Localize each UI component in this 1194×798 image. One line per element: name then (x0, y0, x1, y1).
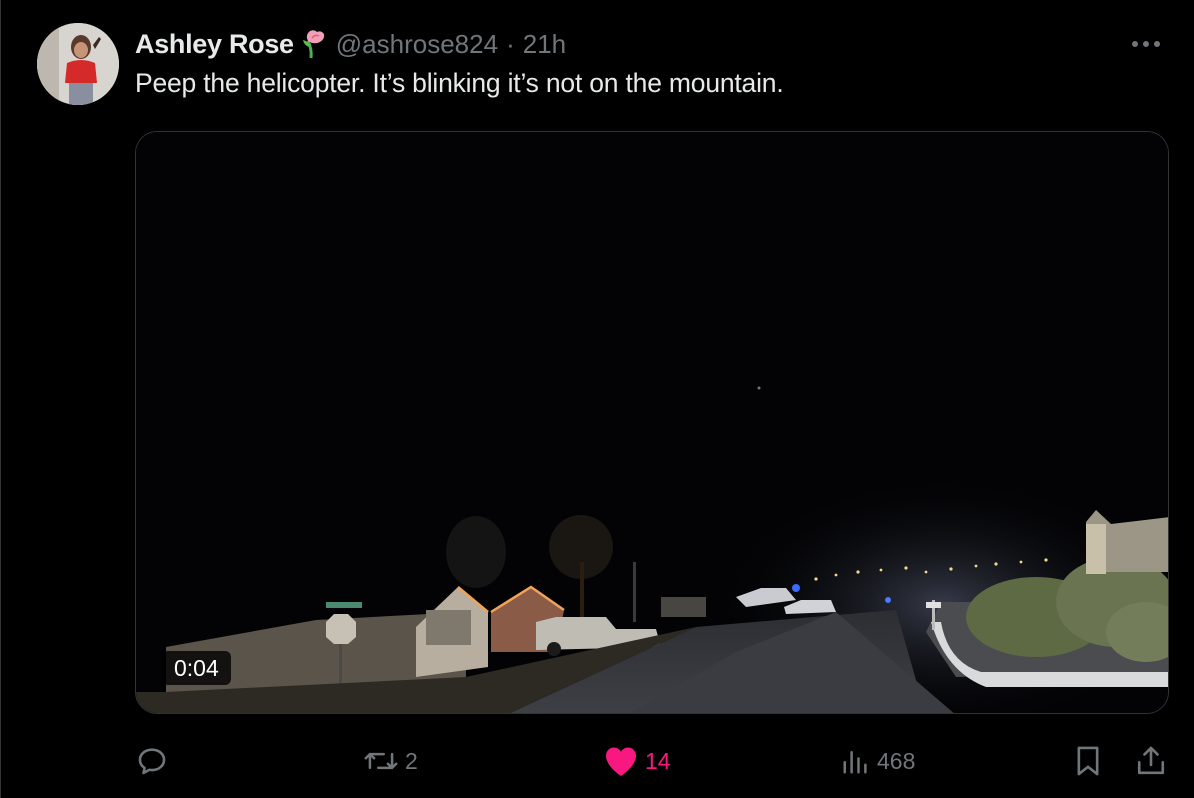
tweet-header: Ashley Rose @ashrose824 · 21h (135, 26, 566, 62)
avatar[interactable] (37, 23, 119, 105)
more-options-button[interactable] (1126, 26, 1166, 62)
share-button[interactable] (1135, 740, 1167, 782)
bookmark-button[interactable] (1073, 740, 1103, 782)
share-icon (1137, 746, 1165, 775)
like-count: 14 (645, 747, 671, 774)
repost-count: 2 (405, 747, 418, 774)
display-name[interactable]: Ashley Rose (135, 29, 294, 60)
timestamp[interactable]: 21h (523, 29, 566, 60)
video-player[interactable]: 0:04 (135, 131, 1169, 714)
views-icon (843, 751, 867, 774)
views-count: 468 (877, 747, 916, 774)
more-icon (1132, 41, 1160, 47)
rose-emoji-icon (302, 29, 326, 59)
heart-icon (606, 747, 636, 776)
tweet-text: Peep the helicopter. It’s blinking it’s … (135, 68, 784, 98)
tweet: Ashley Rose @ashrose824 · 21h Peep the h… (0, 0, 1194, 798)
repost-icon (364, 752, 398, 770)
action-bar: 2 14 468 (135, 740, 1169, 782)
video-thumbnail (136, 132, 1168, 713)
bookmark-icon (1077, 746, 1099, 776)
avatar-image (37, 23, 119, 105)
like-button[interactable]: 14 (603, 740, 671, 782)
reply-button[interactable] (135, 740, 175, 782)
separator-dot: · (506, 28, 515, 59)
reply-icon (138, 748, 166, 775)
video-duration: 0:04 (162, 651, 231, 685)
repost-button[interactable]: 2 (363, 740, 418, 782)
views-button[interactable]: 468 (841, 740, 915, 782)
user-handle[interactable]: @ashrose824 (336, 29, 498, 60)
